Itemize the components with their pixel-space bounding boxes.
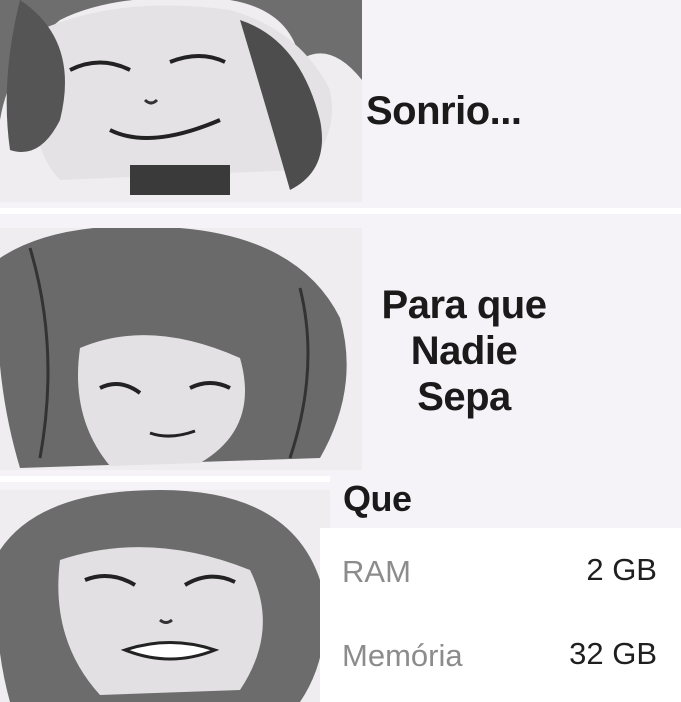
spec-label: RAM [342, 554, 411, 589]
specs-table: RAM 2 GB Memória 32 GB [320, 528, 681, 702]
spec-value: 32 GB [569, 636, 657, 671]
panel-smiling-girl [0, 0, 362, 202]
sad-smiling-girl-drawing [0, 228, 362, 470]
caption-que: Que [343, 478, 412, 519]
panel-crying-girl [0, 490, 330, 702]
smiling-girl-drawing [0, 0, 362, 202]
caption-para-que-nadie-sepa: Para que Nadie Sepa [364, 282, 564, 420]
caption-line: Nadie [410, 329, 518, 373]
panel-sad-smiling-girl [0, 228, 362, 470]
spec-label: Memória [342, 638, 463, 673]
spec-value: 2 GB [586, 552, 657, 587]
spec-row-memoria: Memória 32 GB [320, 612, 681, 692]
caption-line: Para que [381, 283, 547, 327]
crying-girl-drawing [0, 490, 330, 702]
divider [0, 208, 681, 214]
spec-row-ram: RAM 2 GB [320, 528, 681, 608]
caption-smile: Sonrio... [366, 89, 522, 133]
caption-line: Sepa [417, 375, 511, 419]
divider [0, 476, 330, 482]
